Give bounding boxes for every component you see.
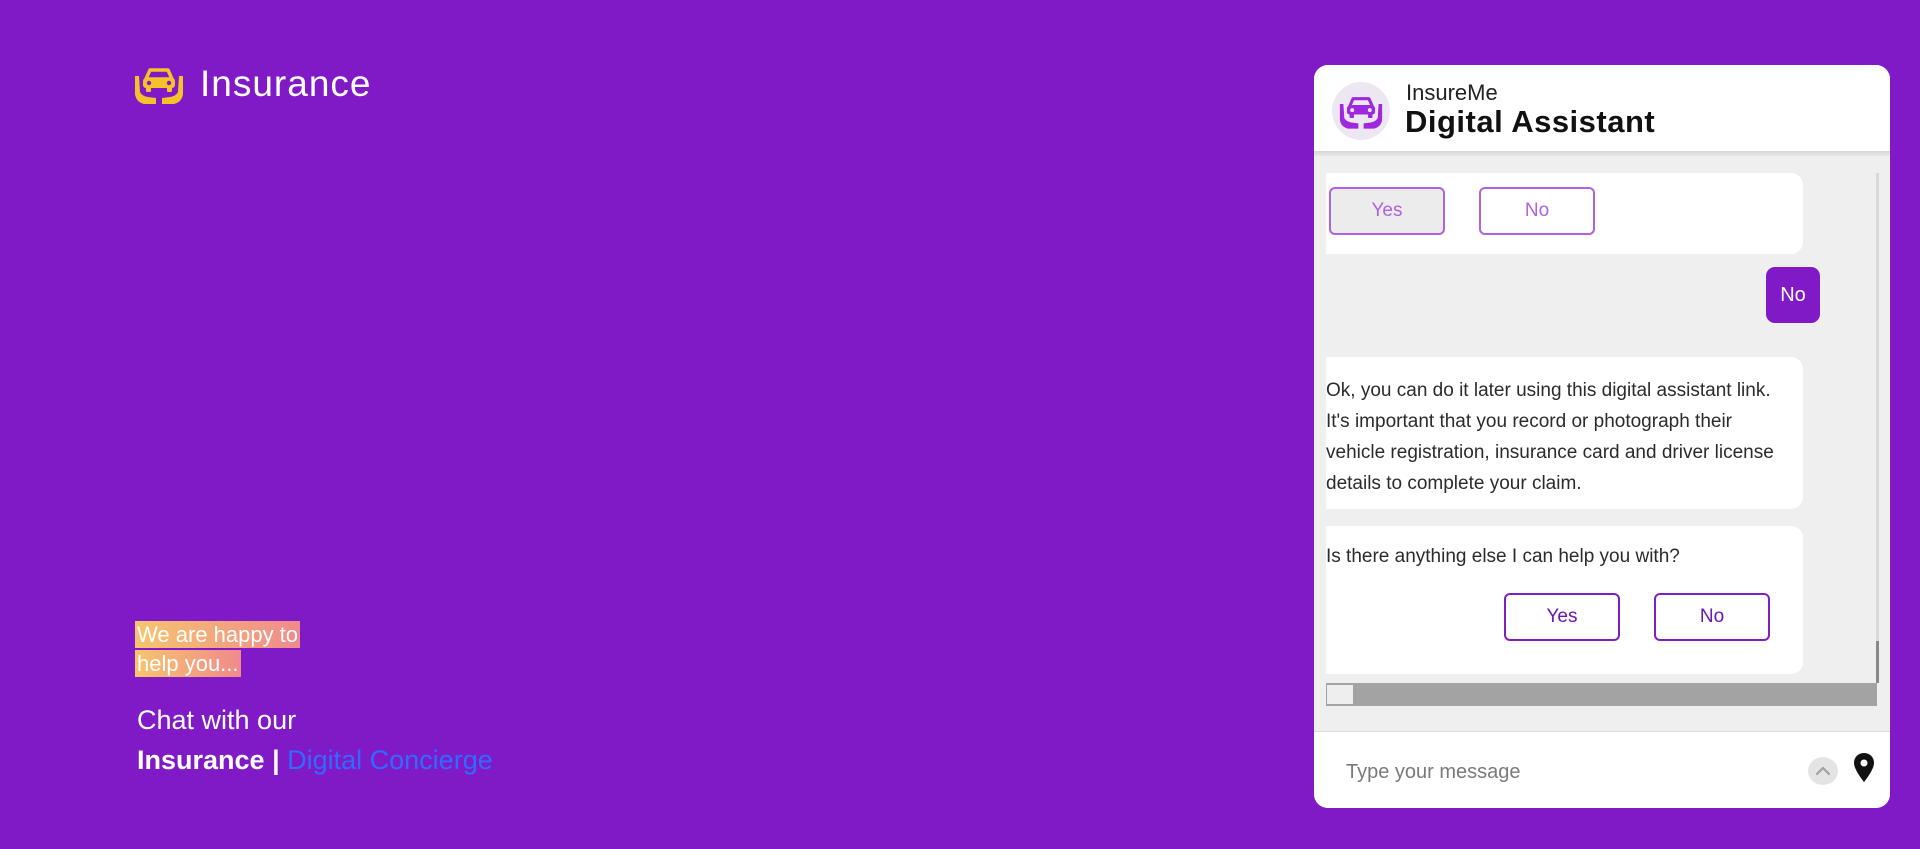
chat-prefix: Chat with our <box>137 705 297 735</box>
horizontal-scrollbar[interactable] <box>1326 683 1877 706</box>
bot-message: Yes No <box>1326 173 1803 254</box>
chevron-up-icon <box>1815 766 1831 776</box>
chat-invite: Chat with our Insurance | Digital Concie… <box>137 700 493 780</box>
location-button[interactable] <box>1853 752 1875 784</box>
bot-message-text: Ok, you can do it later using this digit… <box>1326 380 1774 494</box>
vertical-scrollbar-thumb[interactable] <box>1876 641 1879 683</box>
tagline-line1: We are happy to <box>135 621 301 648</box>
car-in-hands-icon <box>1339 97 1383 129</box>
option-yes-button[interactable]: Yes <box>1329 187 1445 235</box>
horizontal-scrollbar-thumb[interactable] <box>1327 685 1353 704</box>
bot-message: Ok, you can do it later using this digit… <box>1326 357 1803 509</box>
message-input[interactable] <box>1344 756 1768 788</box>
chat-brand: Insurance <box>137 745 265 775</box>
digital-concierge-link[interactable]: Digital Concierge <box>287 745 493 775</box>
location-pin-icon <box>1854 753 1874 782</box>
bot-message-text: Is there anything else I can help you wi… <box>1326 546 1680 567</box>
bot-message: Is there anything else I can help you wi… <box>1326 526 1803 674</box>
brand-name: Insurance <box>200 63 372 104</box>
brand-header: Insurance <box>134 62 372 106</box>
chat-widget: InsureMe Digital Assistant Yes No No Ok,… <box>1314 65 1890 808</box>
chat-subtitle: InsureMe <box>1406 80 1498 105</box>
expand-button[interactable] <box>1808 757 1838 785</box>
chat-header: InsureMe Digital Assistant <box>1314 65 1890 153</box>
tagline-line2: help you... <box>135 650 241 677</box>
tagline: We are happy to help you... <box>135 620 325 678</box>
car-in-hands-icon <box>135 68 183 104</box>
chat-messages[interactable]: Yes No No Ok, you can do it later using … <box>1314 156 1890 731</box>
option-no-button[interactable]: No <box>1479 187 1595 235</box>
chat-title: Digital Assistant <box>1405 104 1656 139</box>
option-yes-button[interactable]: Yes <box>1504 593 1620 641</box>
option-no-button[interactable]: No <box>1654 593 1770 641</box>
vertical-scrollbar[interactable] <box>1876 173 1879 683</box>
user-message: No <box>1766 267 1820 323</box>
assistant-avatar <box>1332 82 1390 140</box>
chat-separator: | <box>264 745 288 775</box>
message-composer <box>1314 731 1890 808</box>
